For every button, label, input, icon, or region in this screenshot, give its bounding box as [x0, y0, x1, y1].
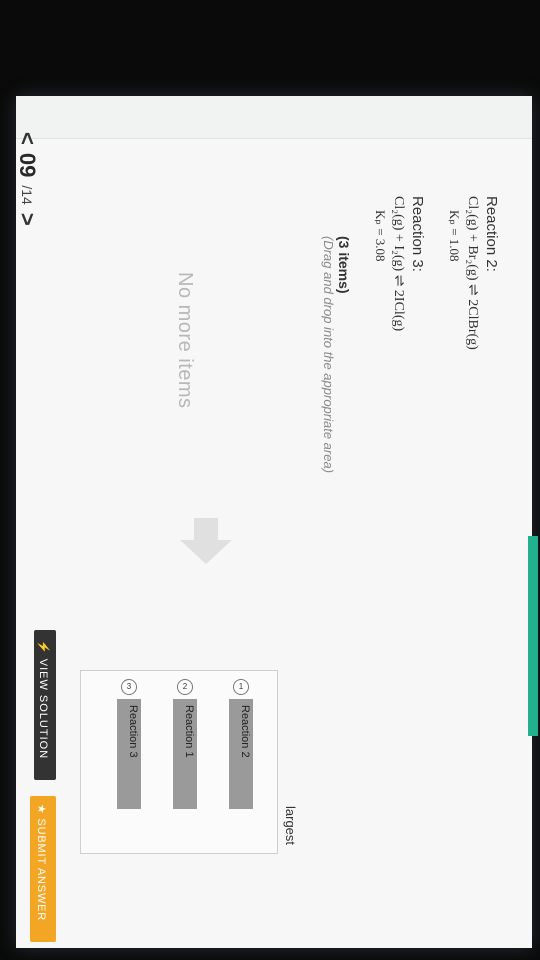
chevron-left-icon[interactable]: < [14, 132, 40, 145]
reaction3-title: Reaction 3: [409, 196, 426, 272]
chevron-right-icon[interactable]: > [14, 213, 40, 226]
reaction2-title: Reaction 2: [483, 196, 500, 272]
ranking-number-3: 3 [121, 679, 137, 695]
ranking-slot-2-label: Reaction 1 [183, 705, 195, 758]
reaction3-kp: Kₚ = 3.08 [373, 210, 388, 262]
question-navigator: < 09 /14 > [14, 132, 40, 226]
reaction2-equation: Cl₂(g) + Br₂(g) ⇌ 2ClBr(g) [465, 196, 480, 350]
ranking-number-1: 1 [233, 679, 249, 695]
arrow-right-icon [180, 518, 232, 564]
drag-hint: (Drag and drop into the appropriate area… [321, 236, 336, 474]
current-question-number: 09 [15, 152, 40, 178]
question-content: Reaction 2: Cl₂(g) + Br₂(g) ⇌ 2ClBr(g) K… [321, 196, 500, 846]
ranking-drop-area[interactable]: 1 Reaction 2 2 Reaction 1 3 Reaction 3 [80, 670, 278, 854]
view-solution-label: ⚡ VIEW SOLUTION [37, 640, 49, 760]
items-count: (3 items) [336, 236, 352, 294]
reaction3-equation: Cl₂(g) + I₂(g) ⇌ 2ICl(g) [391, 196, 406, 332]
ranking-slot-3-label: Reaction 3 [127, 705, 139, 758]
ranking-slot-1-label: Reaction 2 [239, 705, 251, 758]
accent-band [528, 536, 538, 736]
submit-answer-label: ★ SUBMIT ANSWER [35, 804, 47, 922]
no-more-items-text: No more items [174, 272, 196, 409]
reaction2-kp: Kₚ = 1.08 [447, 210, 462, 262]
total-questions: /14 [19, 185, 35, 205]
ranking-number-2: 2 [177, 679, 193, 695]
largest-label: largest [283, 806, 298, 846]
nav-strip [16, 96, 532, 139]
